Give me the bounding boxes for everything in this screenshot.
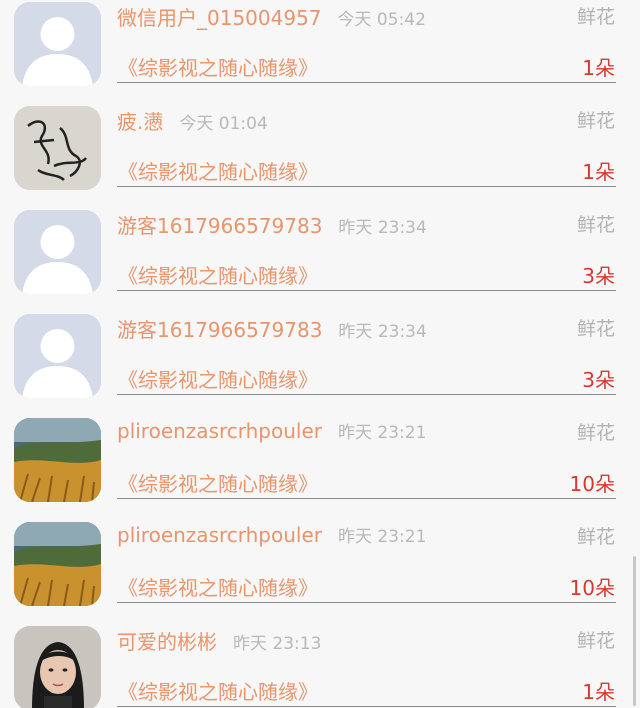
scrollbar[interactable] xyxy=(633,556,636,706)
book-title[interactable]: 《综影视之随心随缘》 xyxy=(118,52,318,81)
user-name[interactable]: 微信用户_015004957 xyxy=(117,6,322,30)
user-name[interactable]: 游客1617966579783 xyxy=(117,214,322,238)
gift-list: 微信用户_015004957 今天 05:42 鲜花 《综影视之随心随缘》 1朵 … xyxy=(0,0,640,708)
gift-time: 昨天 23:21 xyxy=(338,527,427,547)
gift-count: 1朵 xyxy=(582,680,615,704)
divider xyxy=(117,602,616,603)
default-avatar[interactable] xyxy=(14,210,101,294)
gift-kind: 鲜花 xyxy=(576,6,615,28)
landscape-avatar[interactable] xyxy=(14,418,101,502)
divider xyxy=(117,290,616,291)
divider xyxy=(117,498,616,499)
gift-row[interactable]: 游客1617966579783 昨天 23:34 鲜花 《综影视之随心随缘》 3朵 xyxy=(0,204,640,308)
divider xyxy=(117,82,616,83)
user-name[interactable]: 游客1617966579783 xyxy=(117,318,322,342)
gift-kind: 鲜花 xyxy=(576,214,615,236)
gift-row[interactable]: 微信用户_015004957 今天 05:42 鲜花 《综影视之随心随缘》 1朵 xyxy=(0,0,640,100)
gift-kind: 鲜花 xyxy=(576,110,615,132)
gift-time: 昨天 23:34 xyxy=(338,218,427,238)
book-title[interactable]: 《综影视之随心随缘》 xyxy=(118,364,318,393)
gift-time: 昨天 23:13 xyxy=(233,634,322,654)
calligraphy-avatar[interactable] xyxy=(14,106,101,190)
gift-time: 昨天 23:21 xyxy=(338,423,427,443)
gift-row[interactable]: 游客1617966579783 昨天 23:34 鲜花 《综影视之随心随缘》 3朵 xyxy=(0,308,640,412)
gift-count: 1朵 xyxy=(582,160,615,184)
divider xyxy=(117,706,616,707)
gift-row[interactable]: 可爱的彬彬 昨天 23:13 鲜花 《综影视之随心随缘》 1朵 xyxy=(0,620,640,708)
gift-time: 昨天 23:34 xyxy=(338,322,427,342)
gift-kind: 鲜花 xyxy=(576,630,615,652)
user-name[interactable]: pliroenzasrcrhpouler xyxy=(117,523,322,547)
book-title[interactable]: 《综影视之随心随缘》 xyxy=(118,468,318,497)
gift-kind: 鲜花 xyxy=(576,526,615,548)
gift-row[interactable]: pliroenzasrcrhpouler 昨天 23:21 鲜花 《综影视之随心随… xyxy=(0,516,640,620)
gift-count: 1朵 xyxy=(582,56,615,80)
default-avatar[interactable] xyxy=(14,314,101,398)
gift-row[interactable]: pliroenzasrcrhpouler 昨天 23:21 鲜花 《综影视之随心随… xyxy=(0,412,640,516)
book-title[interactable]: 《综影视之随心随缘》 xyxy=(118,260,318,289)
book-title[interactable]: 《综影视之随心随缘》 xyxy=(118,156,318,185)
gift-row[interactable]: 疲.懑 今天 01:04 鲜花 《综影视之随心随缘》 1朵 xyxy=(0,100,640,204)
gift-time: 今天 01:04 xyxy=(179,114,268,134)
user-name[interactable]: pliroenzasrcrhpouler xyxy=(117,419,322,443)
gift-kind: 鲜花 xyxy=(576,318,615,340)
landscape-avatar[interactable] xyxy=(14,522,101,606)
gift-count: 10朵 xyxy=(569,472,615,496)
user-name[interactable]: 可爱的彬彬 xyxy=(117,630,217,654)
user-name[interactable]: 疲.懑 xyxy=(117,110,163,134)
gift-kind: 鲜花 xyxy=(576,422,615,444)
gift-time: 今天 05:42 xyxy=(337,10,426,30)
gift-count: 3朵 xyxy=(582,368,615,392)
default-avatar[interactable] xyxy=(14,2,101,86)
divider xyxy=(117,186,616,187)
gift-count: 3朵 xyxy=(582,264,615,288)
gift-count: 10朵 xyxy=(569,576,615,600)
portrait-avatar[interactable] xyxy=(14,626,101,708)
divider xyxy=(117,394,616,395)
book-title[interactable]: 《综影视之随心随缘》 xyxy=(118,572,318,601)
book-title[interactable]: 《综影视之随心随缘》 xyxy=(118,676,318,705)
